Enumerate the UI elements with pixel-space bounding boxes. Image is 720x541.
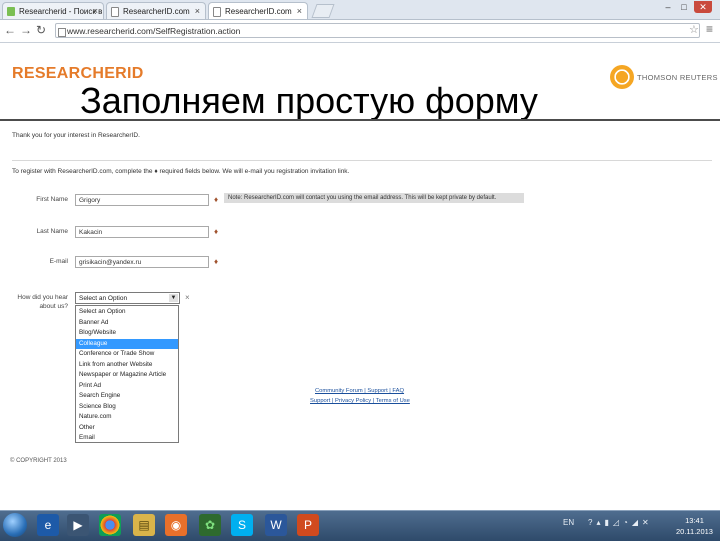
taskbar-clock[interactable]: 13:41 20.11.2013 xyxy=(676,515,713,537)
required-marker: ♦ xyxy=(214,257,219,266)
last-name-label: Last Name xyxy=(36,228,68,235)
system-tray-icons[interactable]: ?▴▮◿◔◢✕ xyxy=(588,518,653,527)
address-bar[interactable]: www.researcherid.com/SelfRegistration.ac… xyxy=(55,23,700,38)
how-heard-label-line1: How did you hear xyxy=(17,294,68,301)
first-name-input[interactable]: Grigory xyxy=(75,194,209,206)
thomson-reuters-logo-icon xyxy=(610,65,634,89)
required-marker: ♦ xyxy=(214,195,219,204)
browser-tab-researcherid-1[interactable]: ResearcherID.com × xyxy=(106,2,206,19)
page-icon xyxy=(58,28,66,37)
first-name-label: First Name xyxy=(36,196,68,203)
select-current-value: Select an Option xyxy=(79,295,128,302)
page-favicon-icon xyxy=(213,7,221,17)
google-favicon-icon xyxy=(7,7,15,16)
required-marker: ♦ xyxy=(214,227,219,236)
dropdown-option[interactable]: Banner Ad xyxy=(76,318,178,329)
how-heard-select[interactable]: Select an Option ▼ xyxy=(75,292,180,304)
maximize-button[interactable]: □ xyxy=(677,1,691,13)
thanks-text: Thank you for your interest in Researche… xyxy=(12,132,140,139)
select-close-icon[interactable]: × xyxy=(185,293,190,302)
internet-explorer-icon[interactable]: e xyxy=(37,514,59,536)
copyright-text: © COPYRIGHT 2013 xyxy=(10,458,67,464)
bookmark-star-icon[interactable]: ☆ xyxy=(689,23,699,36)
slide-headline: Заполняем простую форму xyxy=(80,80,538,121)
email-label: E-mail xyxy=(49,258,68,265)
minimize-button[interactable]: – xyxy=(661,1,675,13)
clock-time: 13:41 xyxy=(685,516,704,525)
tab-title: ResearcherID.com xyxy=(225,7,292,16)
how-heard-dropdown-list: Select an Option Banner Ad Blog/Website … xyxy=(75,305,179,443)
firefox-icon[interactable]: ◉ xyxy=(165,514,187,536)
thomson-reuters-text: THOMSON REUTERS xyxy=(637,73,718,82)
dropdown-option[interactable]: Search Engine xyxy=(76,391,178,402)
last-name-input[interactable]: Kakacin xyxy=(75,226,209,238)
chrome-icon[interactable] xyxy=(99,514,121,536)
skype-icon[interactable]: S xyxy=(231,514,253,536)
dropdown-option[interactable]: Newspaper or Magazine Article xyxy=(76,370,178,381)
header-divider xyxy=(0,119,720,121)
language-indicator[interactable]: EN xyxy=(563,518,574,527)
dropdown-option[interactable]: Blog/Website xyxy=(76,328,178,339)
browser-tab-researcherid-active[interactable]: ResearcherID.com × xyxy=(208,2,308,19)
powerpoint-icon[interactable]: P xyxy=(297,514,319,536)
dropdown-option[interactable]: Select an Option xyxy=(76,307,178,318)
tab-title: ResearcherID.com xyxy=(123,7,190,16)
wrench-menu-icon[interactable]: ≡ xyxy=(706,22,713,36)
how-heard-label-line2: about us? xyxy=(39,303,68,310)
email-input[interactable]: grisikacin@yandex.ru xyxy=(75,256,209,268)
icq-icon[interactable]: ✿ xyxy=(199,514,221,536)
chevron-down-icon[interactable]: ▼ xyxy=(169,294,178,302)
instructions-text: To register with ResearcherID.com, compl… xyxy=(12,168,350,175)
url-text: www.researcherid.com/SelfRegistration.ac… xyxy=(67,26,241,36)
tab-title: Researcherid - Поиск в Go xyxy=(19,7,103,16)
tab-close-icon[interactable]: × xyxy=(297,6,302,16)
reload-icon[interactable]: ↻ xyxy=(36,23,46,37)
word-icon[interactable]: W xyxy=(265,514,287,536)
dropdown-option[interactable]: Email xyxy=(76,433,178,442)
tab-close-icon[interactable]: × xyxy=(93,6,98,16)
browser-tab-google-search[interactable]: Researcherid - Поиск в Go × xyxy=(2,2,104,19)
dropdown-option-selected[interactable]: Colleague xyxy=(76,338,178,349)
email-privacy-note: Note: ResearcherID.com will contact you … xyxy=(224,193,524,203)
media-player-icon[interactable]: ▶ xyxy=(67,514,89,536)
section-divider xyxy=(12,160,712,161)
dropdown-option[interactable]: Conference or Trade Show xyxy=(76,349,178,360)
page-favicon-icon xyxy=(111,7,119,17)
file-explorer-icon[interactable]: ▤ xyxy=(133,514,155,536)
dropdown-option[interactable]: Link from another Website xyxy=(76,360,178,371)
footer-links-row1[interactable]: Community Forum | Support | FAQ xyxy=(315,388,404,394)
close-window-button[interactable]: ✕ xyxy=(694,1,712,13)
dropdown-option[interactable]: Science Blog xyxy=(76,402,178,413)
clock-date: 20.11.2013 xyxy=(676,527,713,536)
tab-close-icon[interactable]: × xyxy=(195,6,200,16)
footer-links-row2[interactable]: Support | Privacy Policy | Terms of Use xyxy=(310,398,410,404)
dropdown-option[interactable]: Other xyxy=(76,423,178,434)
dropdown-option[interactable]: Nature.com xyxy=(76,412,178,423)
back-arrow-icon[interactable]: ← xyxy=(4,23,16,37)
forward-arrow-icon[interactable]: → xyxy=(20,23,32,37)
start-button-icon[interactable] xyxy=(3,513,27,537)
dropdown-option[interactable]: Print Ad xyxy=(76,381,178,392)
